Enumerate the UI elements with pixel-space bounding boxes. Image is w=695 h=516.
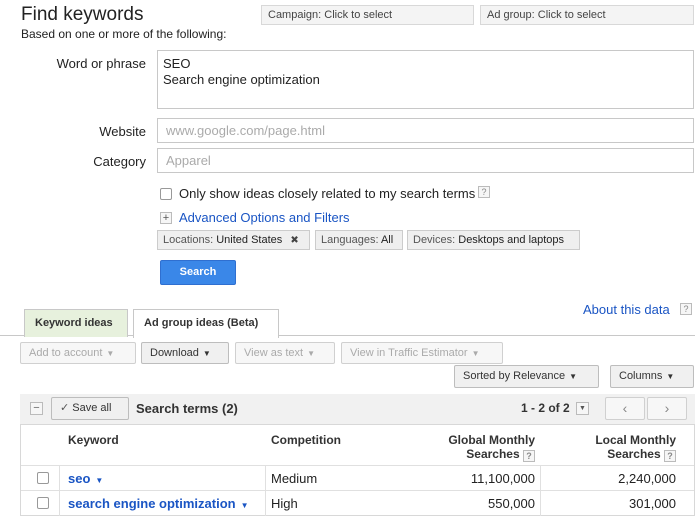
chevron-down-icon: ▼ [240, 501, 249, 510]
view-as-text-label: View as text [244, 347, 304, 359]
chevron-down-icon[interactable]: ▼ [576, 402, 589, 415]
add-to-account-button[interactable]: Add to account ▼ [20, 342, 136, 364]
adgroup-select[interactable]: Ad group: Click to select [480, 5, 694, 25]
check-icon: ✓ [60, 402, 70, 414]
remove-icon[interactable]: ✖ [290, 235, 298, 246]
category-label: Category [93, 154, 146, 169]
add-to-account-label: Add to account [29, 347, 103, 359]
about-data-link[interactable]: About this data [583, 302, 670, 317]
chevron-down-icon: ▼ [666, 372, 675, 381]
page-title: Find keywords [21, 4, 144, 25]
col-keyword[interactable]: Keyword [68, 433, 119, 447]
save-all-button[interactable]: ✓ Save all [51, 397, 129, 420]
col-local-line2: Searches ? [551, 447, 676, 462]
collapse-icon[interactable]: − [30, 402, 43, 415]
website-input[interactable]: www.google.com/page.html [157, 118, 694, 143]
category-input[interactable]: Apparel [157, 148, 694, 173]
columns-label: Columns [619, 370, 663, 382]
closely-related-label: Only show ideas closely related to my se… [179, 186, 476, 201]
tab-ad-group-ideas[interactable]: Ad group ideas (Beta) [133, 309, 279, 338]
row-checkbox[interactable] [37, 497, 49, 509]
local-searches-value: 301,000 [629, 496, 676, 511]
competition-value: High [271, 496, 298, 511]
chevron-down-icon: ▼ [307, 349, 316, 358]
languages-value: All [380, 234, 394, 246]
languages-chip[interactable]: Languages: All [315, 230, 403, 250]
chevron-down-icon: ▼ [95, 476, 104, 485]
columns-button[interactable]: Columns ▼ [610, 365, 694, 388]
word-phrase-label: Word or phrase [56, 56, 146, 71]
col-local-line1: Local Monthly [595, 433, 676, 447]
chevron-down-icon: ▼ [106, 349, 115, 358]
locations-value: United States [216, 234, 283, 246]
help-icon[interactable]: ? [478, 186, 490, 198]
chevron-down-icon: ▼ [202, 349, 211, 358]
devices-label: Devices: [413, 234, 456, 246]
devices-chip[interactable]: Devices: Desktops and laptops [407, 230, 580, 250]
pagination-info: 1 - 2 of 2 [521, 401, 570, 415]
help-icon[interactable]: ? [680, 303, 692, 315]
col-local-searches[interactable]: Local Monthly Searches ? [551, 433, 676, 462]
view-as-text-button[interactable]: View as text ▼ [235, 342, 335, 364]
word-phrase-textarea[interactable]: SEO Search engine optimization [157, 50, 694, 109]
closely-related-checkbox[interactable] [160, 188, 172, 200]
view-in-estimator-button[interactable]: View in Traffic Estimator ▼ [341, 342, 503, 364]
row-checkbox[interactable] [37, 472, 49, 484]
competition-value: Medium [271, 471, 318, 486]
results-heading: Search terms (2) [136, 401, 238, 416]
col-global-searches[interactable]: Global Monthly Searches ? [410, 433, 535, 462]
sort-label: Sorted by Relevance [463, 370, 566, 382]
local-searches-value: 2,240,000 [618, 471, 676, 486]
global-searches-value: 550,000 [488, 496, 535, 511]
col-global-line2: Searches ? [410, 447, 535, 462]
col-global-line1: Global Monthly [448, 433, 535, 447]
help-icon[interactable]: ? [523, 450, 535, 462]
help-icon[interactable]: ? [664, 450, 676, 462]
save-all-label: Save all [72, 402, 112, 414]
word-line: SEO [163, 56, 191, 71]
next-page-button[interactable]: › [647, 397, 687, 420]
page-subtitle: Based on one or more of the following: [21, 27, 227, 41]
expand-icon[interactable]: + [160, 212, 172, 224]
col-competition[interactable]: Competition [271, 433, 341, 447]
search-button[interactable]: Search [160, 260, 236, 285]
locations-label: Locations: [163, 234, 214, 246]
chevron-down-icon: ▼ [569, 372, 578, 381]
global-searches-value: 11,100,000 [470, 471, 535, 486]
locations-chip[interactable]: Locations: United States ✖ [157, 230, 310, 250]
keyword-link[interactable]: seo ▼ [68, 471, 103, 488]
languages-label: Languages: [321, 234, 379, 246]
word-line: Search engine optimization [163, 72, 320, 87]
chevron-down-icon: ▼ [471, 349, 480, 358]
prev-page-button[interactable]: ‹ [605, 397, 645, 420]
view-in-estimator-label: View in Traffic Estimator [350, 347, 468, 359]
devices-value: Desktops and laptops [458, 234, 565, 246]
sort-select[interactable]: Sorted by Relevance ▼ [454, 365, 599, 388]
download-label: Download [150, 347, 199, 359]
tab-keyword-ideas[interactable]: Keyword ideas [24, 309, 128, 337]
website-label: Website [99, 124, 146, 139]
campaign-select[interactable]: Campaign: Click to select [261, 5, 474, 25]
keyword-link[interactable]: search engine optimization ▼ [68, 496, 249, 513]
download-button[interactable]: Download ▼ [141, 342, 229, 364]
advanced-options-link[interactable]: Advanced Options and Filters [179, 210, 350, 225]
